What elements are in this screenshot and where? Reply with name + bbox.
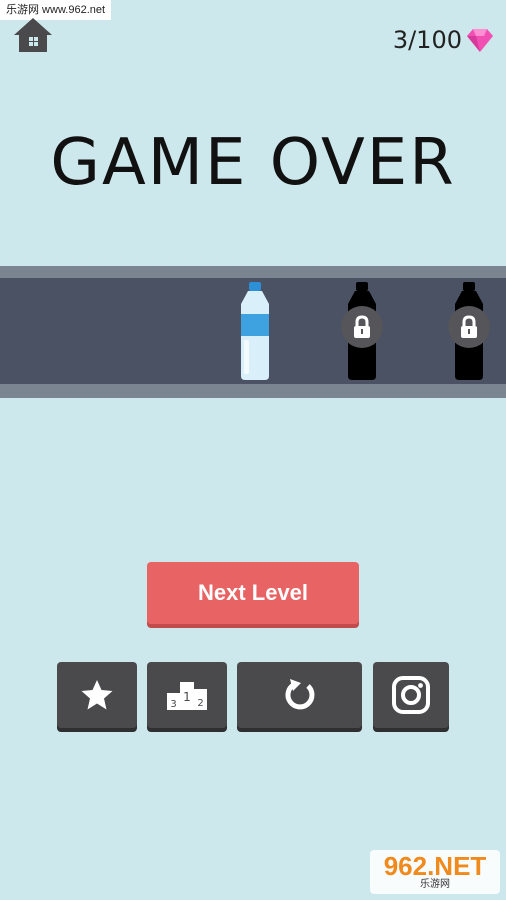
next-level-button[interactable]: Next Level [147, 562, 359, 624]
leaderboard-button[interactable]: 3 1 2 [147, 662, 227, 728]
podium-number-1: 1 [183, 690, 191, 704]
pink-gem-icon [467, 29, 493, 52]
gem-count: 3/100 [392, 26, 462, 54]
lock-badge-2 [448, 306, 490, 348]
restart-icon [285, 679, 314, 710]
bottle-item-selected[interactable] [238, 282, 272, 384]
podium-number-3: 3 [170, 699, 176, 710]
home-button[interactable] [12, 16, 54, 54]
watermark-bottom-text: 乐游网 [420, 879, 450, 890]
watermark-bottom: 962.NET 乐游网 [370, 850, 500, 894]
lock-icon [354, 315, 370, 338]
gem-counter: 3/100 [393, 26, 494, 54]
podium-number-2: 2 [197, 698, 203, 709]
instagram-button[interactable] [373, 662, 449, 728]
lock-icon [461, 315, 477, 338]
rate-button[interactable] [57, 662, 137, 728]
instagram-icon [392, 676, 430, 714]
restart-button[interactable] [237, 662, 362, 728]
next-level-label: Next Level [197, 580, 309, 605]
leaderboard-podium-icon: 3 1 2 [167, 682, 207, 710]
star-icon [81, 680, 113, 710]
water-bottle-icon [241, 282, 269, 380]
lock-badge-1 [341, 306, 383, 348]
watermark-bottom-logo: 962.NET [383, 851, 487, 881]
home-icon [14, 18, 52, 52]
game-over-title: GAME OVER [50, 126, 456, 200]
